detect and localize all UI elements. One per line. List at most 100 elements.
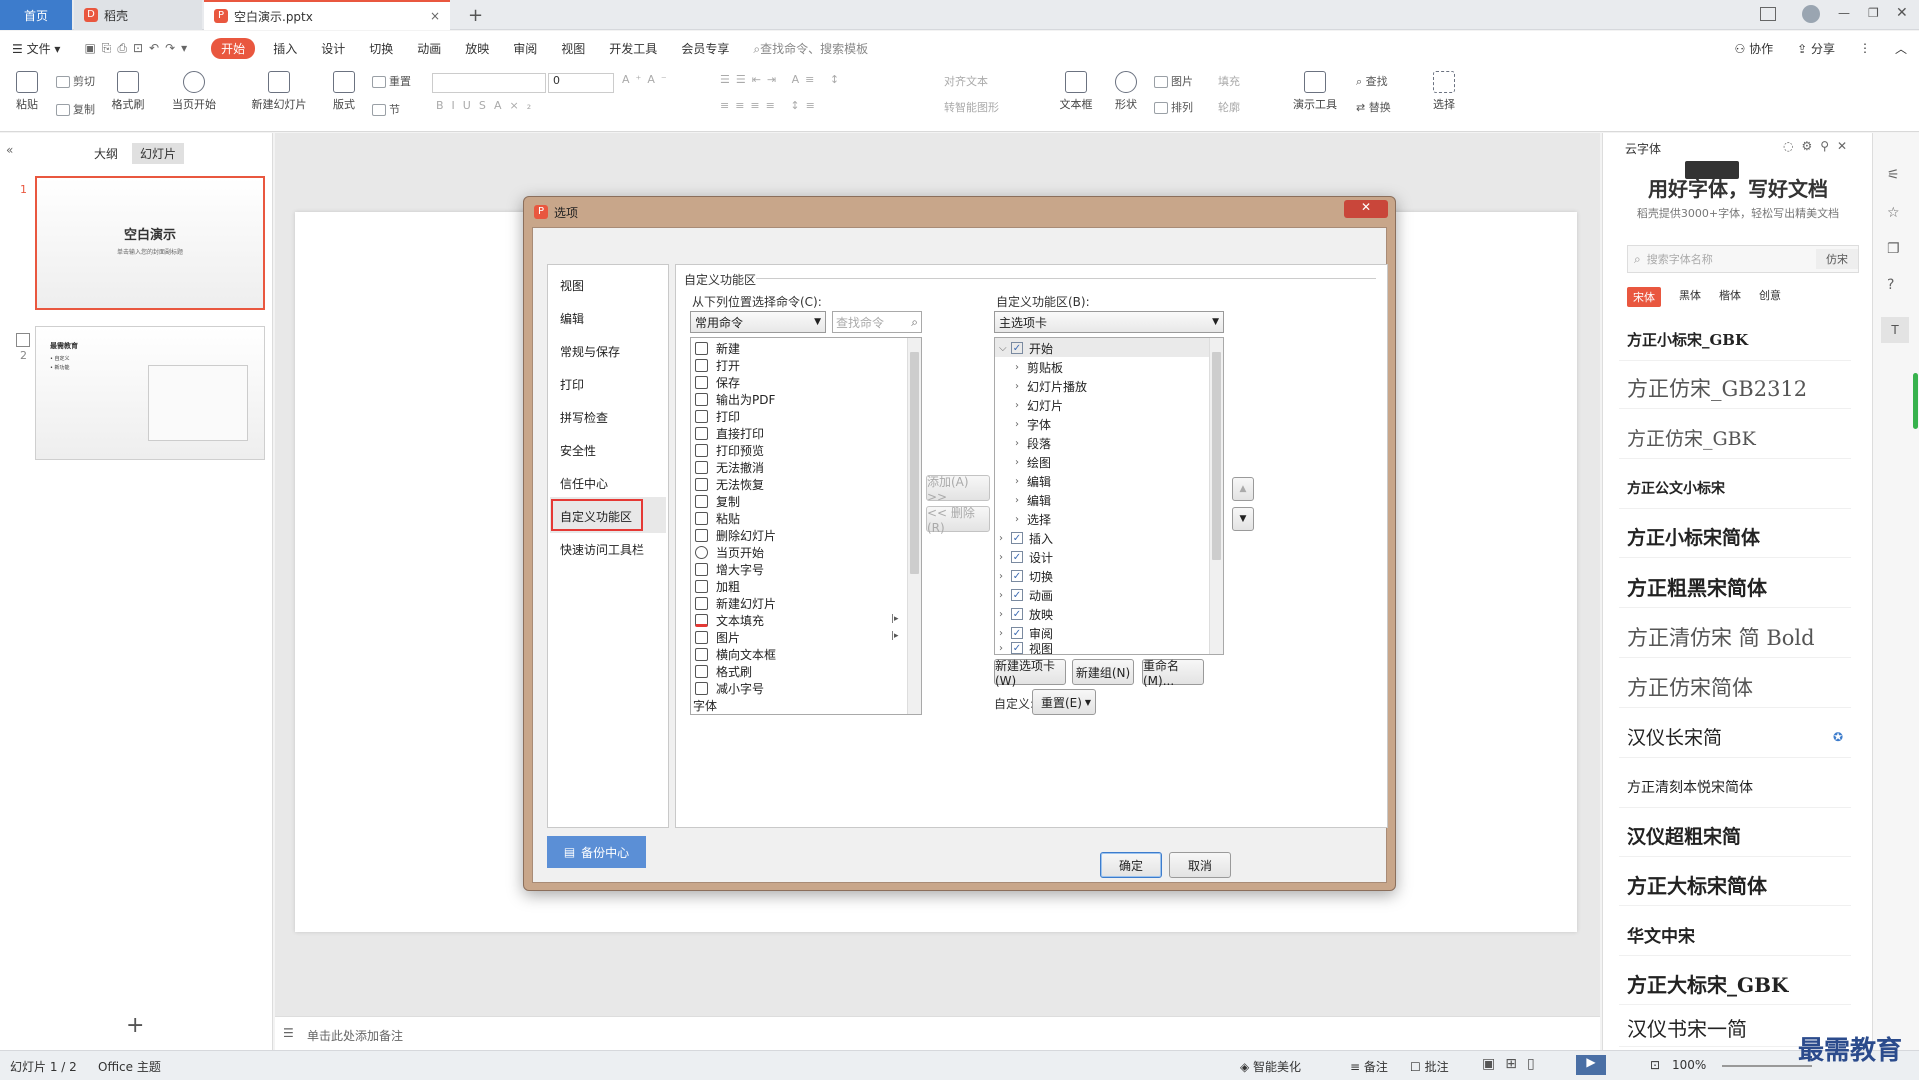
slide-thumbnail-1[interactable]: 空白演示 单击输入您的封面副标题 bbox=[35, 176, 265, 310]
nav-trust-center[interactable]: 信任中心 bbox=[560, 475, 608, 492]
font-item[interactable]: 方正仿宋_GBK bbox=[1619, 417, 1851, 459]
tree-group[interactable]: 编辑 bbox=[1027, 473, 1051, 490]
comment-toggle[interactable]: ☐ 批注 bbox=[1410, 1058, 1449, 1075]
dialog-titlebar[interactable]: P 选项 ✕ bbox=[524, 197, 1395, 227]
font-item[interactable]: 方正仿宋_GB2312 bbox=[1619, 367, 1851, 409]
font-item[interactable]: 华文中宋 bbox=[1619, 914, 1851, 956]
font-item[interactable]: 方正大标宋_GBK bbox=[1619, 963, 1851, 1005]
replace-button[interactable]: ⇄ 替换 bbox=[1356, 99, 1391, 115]
command-item[interactable]: 新建幻灯片 bbox=[716, 595, 776, 612]
font-family-select[interactable] bbox=[432, 73, 546, 93]
command-item[interactable]: 打印预览 bbox=[716, 442, 764, 459]
align-text-button[interactable]: 对齐文本 bbox=[944, 73, 988, 89]
command-item[interactable]: 保存 bbox=[716, 374, 740, 391]
nav-spell-check[interactable]: 拼写检查 bbox=[560, 409, 608, 426]
font-cat-hei[interactable]: 黑体 bbox=[1679, 287, 1701, 307]
collapse-ribbon-icon[interactable]: ︿ bbox=[1883, 40, 1919, 57]
tree-tab[interactable]: 放映 bbox=[1029, 606, 1053, 623]
font-item[interactable]: 方正小标宋_GBK bbox=[1619, 319, 1851, 361]
slide-thumbnail-2[interactable]: 最需教育 • 自定义 • 新功能 bbox=[35, 326, 265, 460]
font-size-adjust-icons[interactable]: A⁺A⁻ bbox=[622, 73, 673, 86]
reset-dropdown-button[interactable]: 重置(E) ▼ bbox=[1032, 689, 1096, 715]
checkbox-checked[interactable]: ✓ bbox=[1011, 342, 1023, 354]
textbox-button[interactable]: 文本框 bbox=[1054, 71, 1098, 112]
tree-group[interactable]: 绘图 bbox=[1027, 454, 1051, 471]
font-item[interactable]: 方正大标宋简体 bbox=[1619, 864, 1851, 906]
ok-button[interactable]: 确定 bbox=[1100, 852, 1162, 878]
menu-item-member[interactable]: 会员专享 bbox=[669, 40, 741, 57]
font-item[interactable]: 方正粗黑宋简体 bbox=[1619, 566, 1851, 608]
font-size-select[interactable]: 0 bbox=[548, 73, 614, 93]
tree-group[interactable]: 剪贴板 bbox=[1027, 359, 1063, 376]
section-button[interactable]: 节 bbox=[372, 101, 400, 117]
nav-customize-ribbon[interactable]: 自定义功能区 bbox=[560, 508, 632, 525]
move-down-button[interactable]: ▼ bbox=[1232, 507, 1254, 531]
tree-group[interactable]: 段落 bbox=[1027, 435, 1051, 452]
checkbox-checked[interactable]: ✓ bbox=[1011, 589, 1023, 601]
command-search-input[interactable]: 查找命令 ⌕ bbox=[832, 311, 922, 333]
font-item[interactable]: 方正仿宋简体 bbox=[1619, 666, 1851, 708]
tree-group[interactable]: 幻灯片 bbox=[1027, 397, 1063, 414]
add-slide-icon[interactable]: + bbox=[126, 1013, 144, 1038]
command-item[interactable]: 无法撤消 bbox=[716, 459, 764, 476]
close-window-icon[interactable]: ✕ bbox=[1896, 5, 1908, 21]
new-group-button[interactable]: 新建组(N) bbox=[1072, 659, 1134, 685]
nav-print[interactable]: 打印 bbox=[560, 376, 584, 393]
view-mode-icons[interactable]: ▣⊞▯ bbox=[1482, 1056, 1545, 1072]
smart-beautify-button[interactable]: ◈ 智能美化 bbox=[1240, 1058, 1301, 1075]
add-button[interactable]: 添加(A) >> bbox=[926, 475, 990, 504]
font-item[interactable]: 方正小标宋简体 bbox=[1619, 516, 1851, 558]
command-item[interactable]: 粘贴 bbox=[716, 510, 740, 527]
collapse-panel-icon[interactable]: « bbox=[6, 143, 13, 157]
share-button[interactable]: ⇪ 分享 bbox=[1785, 40, 1847, 57]
menu-item-developer[interactable]: 开发工具 bbox=[597, 40, 669, 57]
more-icon[interactable]: ⋮ bbox=[1847, 41, 1883, 55]
find-button[interactable]: ⌕ 查找 bbox=[1356, 73, 1388, 89]
command-item[interactable]: 文本填充 bbox=[716, 612, 764, 629]
font-item[interactable]: 方正公文小标宋 bbox=[1619, 467, 1851, 509]
command-item[interactable]: 复制 bbox=[716, 493, 740, 510]
command-item[interactable]: 当页开始 bbox=[716, 544, 764, 561]
font-item[interactable]: 方正清刻本悦宋简体 bbox=[1619, 766, 1851, 808]
command-item[interactable]: 无法恢复 bbox=[716, 476, 764, 493]
list-icons[interactable]: ☰☰⇤⇥ A≡ ↕ bbox=[720, 73, 845, 86]
help-icon[interactable]: ? bbox=[1887, 277, 1894, 293]
command-item[interactable]: 减小字号 bbox=[716, 680, 764, 697]
quick-access-icons[interactable]: ▣⎘⎙⊡↶↷▾ bbox=[72, 41, 205, 56]
nav-quick-access[interactable]: 快速访问工具栏 bbox=[560, 541, 644, 558]
nav-edit[interactable]: 编辑 bbox=[560, 310, 584, 327]
command-item[interactable]: 横向文本框 bbox=[716, 646, 776, 663]
font-style-icons[interactable]: BIUSA×₂ bbox=[436, 99, 539, 112]
cut-button[interactable]: 剪切 bbox=[56, 73, 95, 89]
nav-general-save[interactable]: 常规与保存 bbox=[560, 343, 620, 360]
backup-center-button[interactable]: ▤ 备份中心 bbox=[547, 836, 646, 868]
command-item[interactable]: 新建 bbox=[716, 340, 740, 357]
menu-item-design[interactable]: 设计 bbox=[309, 40, 357, 57]
cancel-button[interactable]: 取消 bbox=[1169, 852, 1231, 878]
font-panel-title[interactable]: 云字体 bbox=[1625, 140, 1661, 157]
command-item[interactable]: 输出为PDF bbox=[716, 391, 775, 408]
menu-item-transition[interactable]: 切换 bbox=[357, 40, 405, 57]
menu-item-start[interactable]: 开始 bbox=[211, 37, 256, 59]
command-item[interactable]: 加粗 bbox=[716, 578, 740, 595]
checkbox-checked[interactable]: ✓ bbox=[1011, 532, 1023, 544]
font-item[interactable]: 汉仪长宋简 ✪ bbox=[1619, 716, 1851, 758]
tree-tab[interactable]: 动画 bbox=[1029, 587, 1053, 604]
paste-button[interactable]: 粘贴 bbox=[10, 71, 44, 112]
menu-item-animation[interactable]: 动画 bbox=[405, 40, 453, 57]
copy-button[interactable]: 复制 bbox=[56, 101, 95, 117]
copy-panel-icon[interactable]: ❐ bbox=[1887, 241, 1900, 257]
command-item[interactable]: 格式刷 bbox=[716, 663, 752, 680]
fill-button[interactable]: 填充 bbox=[1218, 73, 1240, 89]
command-item[interactable]: 打印 bbox=[716, 408, 740, 425]
ribbon-tree-scrollbar[interactable] bbox=[1209, 338, 1223, 654]
layout-button[interactable]: 版式 bbox=[326, 71, 362, 112]
checkbox-checked[interactable]: ✓ bbox=[1011, 608, 1023, 620]
nav-security[interactable]: 安全性 bbox=[560, 442, 596, 459]
arrange-button[interactable]: 排列 bbox=[1154, 99, 1193, 115]
tree-group[interactable]: 选择 bbox=[1027, 511, 1051, 528]
picture-button[interactable]: 图片 bbox=[1154, 73, 1193, 89]
minimize-icon[interactable]: — bbox=[1838, 6, 1850, 20]
tree-group[interactable]: 编辑 bbox=[1027, 492, 1051, 509]
nav-view[interactable]: 视图 bbox=[560, 277, 584, 294]
